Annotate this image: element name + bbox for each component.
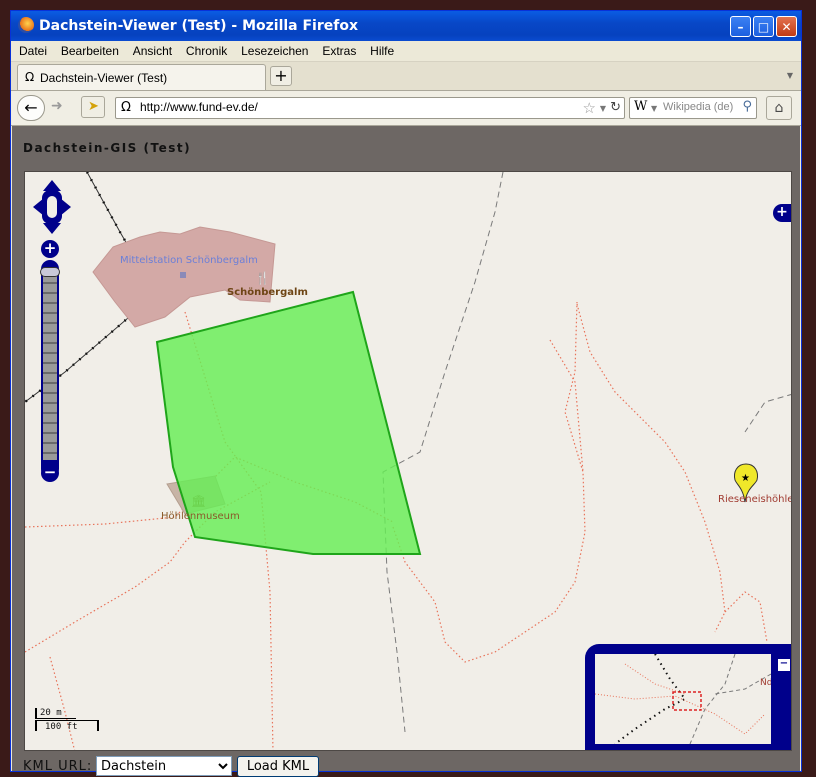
tab-list-chevron-icon[interactable]: ▼ [787,71,793,80]
menu-ansicht[interactable]: Ansicht [133,44,172,58]
omega-icon: Ω [121,100,131,115]
pan-up-icon[interactable] [43,180,61,191]
menu-bar: Datei Bearbeiten Ansicht Chronik Lesezei… [11,41,801,62]
menu-lesezeichen[interactable]: Lesezeichen [241,44,308,58]
cave-label: Rieseneishöhle [718,494,792,505]
home-button[interactable]: ⌂ [766,96,792,120]
station-label: Mittelstation Schönbergalm [120,255,258,266]
forward-button[interactable]: ➜ [51,98,63,114]
menu-bearbeiten[interactable]: Bearbeiten [61,44,119,58]
tab-strip: Ω Dachstein-Viewer (Test) + ▼ [11,62,801,91]
star-icon: ★ [741,473,750,484]
overview-minimize-button[interactable]: − [777,658,791,672]
navigation-toolbar: ← ➜ ➤ Ω ☆ ▼ ↻ W ▼ ⚲ ⌂ [11,91,801,126]
maximize-button[interactable]: □ [753,16,774,37]
scale-imperial: 100 ft [35,720,99,732]
restaurant-icon: 🍴 [255,271,270,285]
search-bar[interactable]: W ▼ ⚲ [629,97,757,119]
kml-url-label: KML URL: [23,759,93,774]
museum-label: Höhlenmuseum [161,511,240,522]
menu-extras[interactable]: Extras [322,44,356,58]
zoom-slider-track[interactable] [43,274,57,460]
map-footpath [724,591,768,643]
search-icon[interactable]: ⚲ [742,99,752,114]
zoom-out-button[interactable]: − [41,464,59,482]
close-button[interactable]: ✕ [776,16,797,37]
overview-cableway [614,654,687,744]
menu-datei[interactable]: Datei [19,44,47,58]
firefox-icon [18,17,34,33]
cursor-icon: ➤ [88,99,99,114]
wikipedia-icon: W [634,99,648,114]
map-footpath [392,301,586,663]
tab-dachstein-viewer[interactable]: Ω Dachstein-Viewer (Test) [17,64,266,90]
cursor-tool-button[interactable]: ➤ [81,96,105,118]
overview-track [689,654,736,744]
menu-chronik[interactable]: Chronik [186,44,227,58]
overview-map-view[interactable]: Nd [595,654,771,744]
map-track [382,172,504,733]
overview-map[interactable]: Nd − [585,644,791,750]
layer-switcher-button[interactable]: + [773,204,791,222]
overview-footpath [595,693,766,735]
window-title: Dachstein-Viewer (Test) - Mozilla Firefo… [39,18,358,34]
search-input[interactable] [663,101,735,113]
overview-map-base [595,654,771,744]
zoom-in-button[interactable]: + [41,240,59,258]
back-button[interactable]: ← [17,95,45,121]
reload-icon[interactable]: ↻ [610,100,621,115]
tab-label: Dachstein-Viewer (Test) [40,71,168,85]
pan-control[interactable] [33,180,71,234]
minimize-button[interactable]: – [730,16,751,37]
scale-metric: 20 m [35,708,76,719]
bookmark-star-icon[interactable]: ☆ [583,99,596,117]
omega-icon: Ω [25,70,35,84]
overview-footpath [624,663,686,695]
browser-window: Dachstein-Viewer (Test) - Mozilla Firefo… [10,10,802,777]
load-kml-button[interactable]: Load KML [237,756,319,777]
pan-down-icon[interactable] [43,223,61,234]
url-input[interactable] [140,100,560,114]
station-marker [180,272,186,278]
url-bar[interactable]: Ω ☆ ▼ ↻ [115,97,625,119]
zoom-slider-handle[interactable] [40,267,60,277]
alm-label: Schönbergalm [227,287,308,298]
page-title: Dachstein-GIS (Test) [23,141,192,155]
history-dropdown-icon[interactable]: ▼ [600,104,606,113]
title-bar: Dachstein-Viewer (Test) - Mozilla Firefo… [11,11,801,41]
map-footpath [49,656,76,750]
menu-hilfe[interactable]: Hilfe [370,44,394,58]
overview-label: Nd [760,678,771,688]
kml-url-select[interactable]: Dachstein [96,756,232,776]
page-content: Dachstein-GIS (Test) 🍴 ★ Mittelstation S… [12,126,800,777]
new-tab-button[interactable]: + [270,66,292,86]
search-engine-dropdown-icon[interactable]: ▼ [651,104,657,113]
zoom-bar[interactable] [40,260,60,478]
map-viewport[interactable]: 🏛 🍴 ★ Mittelstation Schönbergalm Schönbe… [24,171,792,751]
map-footpath [576,303,726,633]
map-track [744,394,791,433]
